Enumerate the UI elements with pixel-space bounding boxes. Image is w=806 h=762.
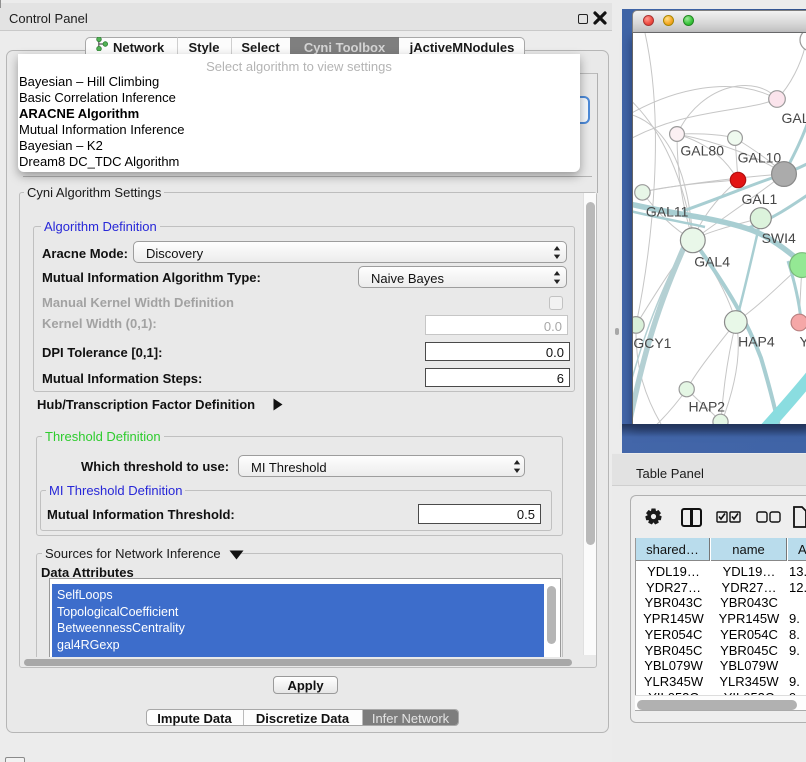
svg-text:GAL80: GAL80 bbox=[680, 142, 724, 158]
svg-text:GAL1: GAL1 bbox=[741, 191, 777, 207]
svg-text:HAP4: HAP4 bbox=[738, 334, 775, 350]
svg-text:GAL4: GAL4 bbox=[694, 254, 730, 270]
svg-text:GAL7: GAL7 bbox=[782, 110, 806, 126]
svg-text:GAL10: GAL10 bbox=[738, 150, 782, 166]
svg-text:SWI4: SWI4 bbox=[762, 230, 796, 246]
svg-text:YJ: YJ bbox=[800, 334, 806, 350]
svg-text:HAP2: HAP2 bbox=[689, 399, 726, 415]
svg-text:GAL11: GAL11 bbox=[646, 203, 689, 219]
svg-text:GCY1: GCY1 bbox=[633, 335, 671, 351]
